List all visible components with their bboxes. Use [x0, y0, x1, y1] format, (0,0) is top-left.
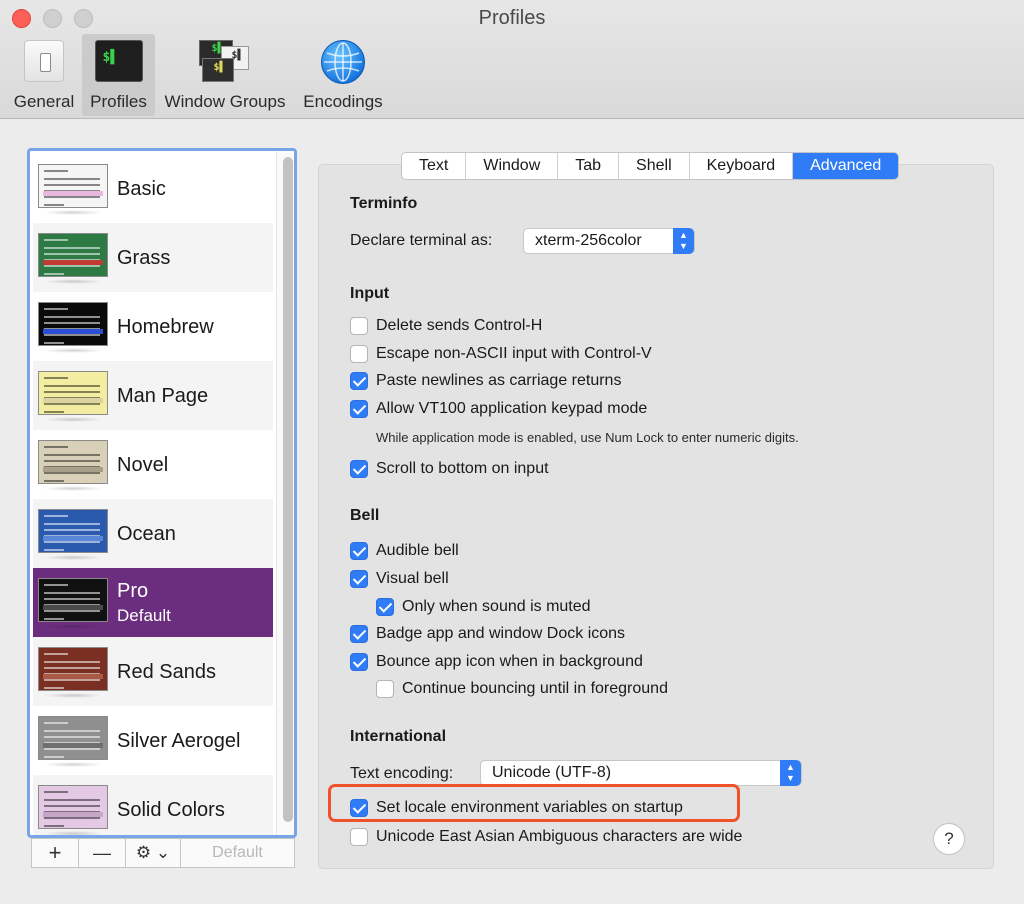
profile-name: Man Page — [117, 385, 209, 407]
checkbox-checked-icon — [350, 372, 368, 390]
checkbox-checked-icon — [350, 400, 368, 418]
profile-name: Homebrew — [117, 316, 214, 338]
continue-bouncing-checkbox[interactable]: Continue bouncing until in foreground — [376, 679, 668, 699]
terminal-profile-icon: $▌ — [94, 40, 143, 82]
profile-row-silver-aerogel[interactable]: Silver Aerogel — [33, 706, 273, 775]
toolbar-window-groups[interactable]: $▌ $▌ $▌ Window Groups — [160, 34, 290, 116]
profile-row-homebrew[interactable]: Homebrew — [33, 292, 273, 361]
default-profile-button[interactable]: Default — [180, 838, 295, 868]
profile-name: Ocean — [117, 523, 176, 545]
checkbox-checked-icon — [350, 653, 368, 671]
profile-name: Silver Aerogel — [117, 730, 241, 752]
paste-newlines-checkbox[interactable]: Paste newlines as carriage returns — [350, 371, 621, 391]
profile-row-solid-colors[interactable]: Solid Colors — [33, 775, 273, 835]
globe-icon — [321, 40, 365, 84]
profile-row-basic[interactable]: Basic — [33, 154, 273, 223]
profile-row-pro[interactable]: Pro Default — [33, 568, 273, 637]
profile-preview-thumbnail — [38, 716, 108, 760]
text-encoding-value: Unicode (UTF-8) — [492, 764, 612, 781]
declare-terminal-select[interactable]: xterm-256color ▲ ▼ — [523, 228, 695, 254]
profile-preview-thumbnail — [38, 233, 108, 277]
profile-preview-thumbnail — [38, 164, 108, 208]
profile-preview-thumbnail — [38, 578, 108, 622]
bounce-app-icon-checkbox[interactable]: Bounce app icon when in background — [350, 652, 643, 672]
escape-non-ascii-checkbox[interactable]: Escape non-ASCII input with Control-V — [350, 344, 652, 364]
toolbar-encodings[interactable]: Encodings — [298, 34, 388, 116]
tab-keyboard[interactable]: Keyboard — [690, 153, 794, 179]
checkbox-unchecked-icon — [350, 345, 368, 363]
declare-terminal-label: Declare terminal as: — [350, 232, 493, 249]
popup-arrows-icon: ▲ ▼ — [780, 760, 801, 786]
general-switch-icon — [24, 40, 64, 82]
east-asian-wide-checkbox[interactable]: Unicode East Asian Ambiguous characters … — [350, 827, 742, 847]
tab-advanced[interactable]: Advanced — [793, 153, 899, 179]
profile-name: Basic — [117, 178, 166, 200]
declare-terminal-value: xterm-256color — [535, 232, 642, 249]
profile-name: Pro — [117, 580, 149, 602]
profile-preview-thumbnail — [38, 371, 108, 415]
preferences-window: Profiles General $▌ Profiles $▌ $▌ $▌ Wi… — [0, 0, 1024, 904]
input-section-title: Input — [350, 285, 390, 302]
visual-bell-checkbox[interactable]: Visual bell — [350, 569, 449, 589]
scrollbar-thumb[interactable] — [283, 157, 293, 822]
audible-bell-checkbox[interactable]: Audible bell — [350, 541, 459, 561]
allow-vt100-checkbox[interactable]: Allow VT100 application keypad mode — [350, 399, 647, 419]
profile-row-man-page[interactable]: Man Page — [33, 361, 273, 430]
profile-name: Solid Colors — [117, 799, 225, 821]
popup-arrows-icon: ▲ ▼ — [673, 228, 694, 254]
checkbox-checked-icon — [350, 570, 368, 588]
profile-name: Grass — [117, 247, 171, 269]
profile-name: Red Sands — [117, 661, 216, 683]
bell-section-title: Bell — [350, 507, 380, 524]
checkbox-checked-icon — [350, 625, 368, 643]
profile-preview-thumbnail — [38, 302, 108, 346]
profile-preview-thumbnail — [38, 509, 108, 553]
profile-row-ocean[interactable]: Ocean — [33, 499, 273, 568]
checkbox-unchecked-icon — [350, 828, 368, 846]
vt100-note: While application mode is enabled, use N… — [376, 430, 799, 445]
profile-actions-gear-button[interactable]: ⚙ ⌄ — [125, 838, 181, 868]
toolbar-general[interactable]: General — [8, 34, 80, 116]
profile-preview-thumbnail — [38, 440, 108, 484]
profile-row-red-sands[interactable]: Red Sands — [33, 637, 273, 706]
window-title: Profiles — [478, 7, 546, 29]
tab-window[interactable]: Window — [466, 153, 559, 179]
only-when-muted-checkbox[interactable]: Only when sound is muted — [376, 597, 591, 617]
badge-dock-icons-checkbox[interactable]: Badge app and window Dock icons — [350, 624, 625, 644]
title-bar: Profiles General $▌ Profiles $▌ $▌ $▌ Wi… — [0, 0, 1024, 119]
window-groups-icon: $▌ $▌ $▌ — [199, 40, 251, 84]
delete-control-h-checkbox[interactable]: Delete sends Control-H — [350, 316, 542, 336]
profile-list[interactable]: Basic Grass Homebrew Man Page Novel Ocean Pro D… — [27, 148, 297, 838]
text-encoding-select[interactable]: Unicode (UTF-8) ▲ ▼ — [480, 760, 802, 786]
text-encoding-label: Text encoding: — [350, 765, 454, 782]
checkbox-unchecked-icon — [376, 680, 394, 698]
terminfo-section-title: Terminfo — [350, 195, 418, 212]
profile-preview-thumbnail — [38, 647, 108, 691]
remove-profile-button[interactable]: — — [78, 838, 126, 868]
default-profile-label: Default — [117, 606, 171, 625]
add-profile-button[interactable]: + — [31, 838, 79, 868]
toolbar-profiles[interactable]: $▌ Profiles — [82, 34, 155, 116]
tab-text[interactable]: Text — [402, 153, 467, 179]
checkbox-checked-icon — [350, 542, 368, 560]
tab-tab[interactable]: Tab — [558, 153, 620, 179]
annotation-highlight-box — [328, 784, 740, 822]
checkbox-checked-icon — [350, 460, 368, 478]
help-button[interactable]: ? — [933, 823, 965, 855]
checkbox-unchecked-icon — [350, 317, 368, 335]
tab-shell[interactable]: Shell — [619, 153, 690, 179]
profile-settings-tabs: Text Window Tab Shell Keyboard Advanced — [401, 152, 900, 180]
profile-list-scrollbar[interactable] — [276, 151, 294, 835]
profile-name: Novel — [117, 454, 169, 476]
profile-row-novel[interactable]: Novel — [33, 430, 273, 499]
checkbox-checked-icon — [376, 598, 394, 616]
profile-row-grass[interactable]: Grass — [33, 223, 273, 292]
profile-preview-thumbnail — [38, 785, 108, 829]
scroll-bottom-checkbox[interactable]: Scroll to bottom on input — [350, 459, 549, 479]
international-section-title: International — [350, 728, 447, 745]
